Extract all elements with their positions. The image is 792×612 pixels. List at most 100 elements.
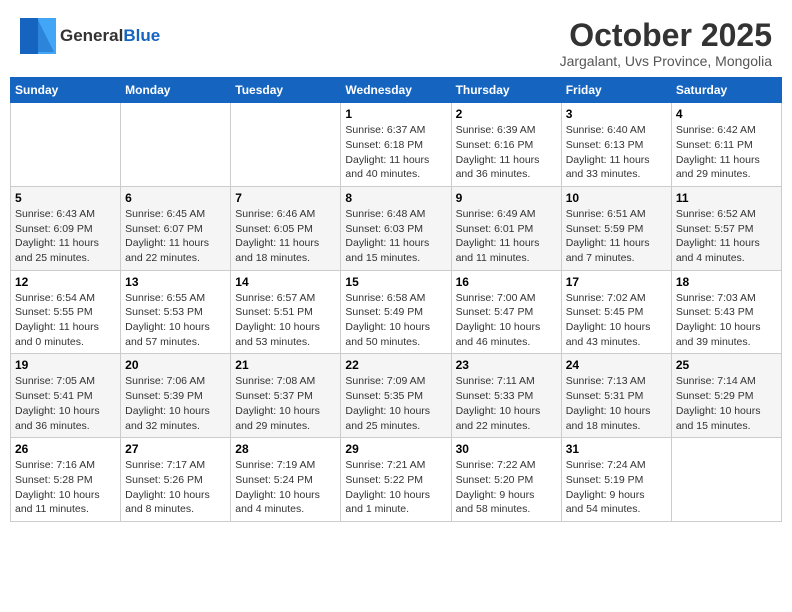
day-header-wednesday: Wednesday [341,78,451,103]
day-number: 1 [345,107,446,121]
logo: GeneralBlue [20,18,160,54]
day-number: 9 [456,191,557,205]
day-info: Sunrise: 7:05 AM Sunset: 5:41 PM Dayligh… [15,374,116,433]
calendar-cell: 5Sunrise: 6:43 AM Sunset: 6:09 PM Daylig… [11,186,121,270]
calendar-cell: 18 Sunrise: 7:03 AM Sunset: 5:43 PM Dayli… [671,270,781,354]
day-info: Sunrise: 7:00 AM Sunset: 5:47 PM Dayligh… [456,291,557,350]
calendar-cell: 15Sunrise: 6:58 AM Sunset: 5:49 PM Dayli… [341,270,451,354]
day-number: 25 [676,358,777,372]
day-header-tuesday: Tuesday [231,78,341,103]
day-info: Sunrise: 7:14 AM Sunset: 5:29 PM Dayligh… [676,374,777,433]
calendar-cell: 11 Sunrise: 6:52 AM Sunset: 5:57 PM Dayli… [671,186,781,270]
calendar-cell: 16Sunrise: 7:00 AM Sunset: 5:47 PM Dayli… [451,270,561,354]
calendar-cell: 30 Sunrise: 7:22 AM Sunset: 5:20 PM Dayli… [451,438,561,522]
day-number: 3 [566,107,667,121]
day-info: Sunrise: 7:03 AM Sunset: 5:43 PM Dayligh… [676,291,777,350]
day-info: Sunrise: 7:09 AM Sunset: 5:35 PM Dayligh… [345,374,446,433]
month-title: October 2025 [560,18,772,53]
day-number: 2 [456,107,557,121]
logo-general: General [60,26,123,45]
day-number: 5 [15,191,116,205]
day-number: 31 [566,442,667,456]
day-info: Sunrise: 7:11 AM Sunset: 5:33 PM Dayligh… [456,374,557,433]
day-number: 18 [676,275,777,289]
calendar-cell: 13 Sunrise: 6:55 AM Sunset: 5:53 PM Dayli… [121,270,231,354]
day-info: Sunrise: 7:08 AM Sunset: 5:37 PM Dayligh… [235,374,336,433]
day-number: 11 [676,191,777,205]
day-number: 17 [566,275,667,289]
day-header-friday: Friday [561,78,671,103]
day-info: Sunrise: 6:58 AM Sunset: 5:49 PM Dayligh… [345,291,446,350]
logo-icon [20,18,56,54]
calendar-cell [671,438,781,522]
calendar-cell: 12 Sunrise: 6:54 AM Sunset: 5:55 PM Dayli… [11,270,121,354]
calendar-cell: 14Sunrise: 6:57 AM Sunset: 5:51 PM Dayli… [231,270,341,354]
day-number: 24 [566,358,667,372]
title-section: October 2025 Jargalant, Uvs Province, Mo… [560,18,772,69]
day-header-thursday: Thursday [451,78,561,103]
day-info: Sunrise: 6:46 AM Sunset: 6:05 PM Dayligh… [235,207,336,266]
calendar-cell: 23 Sunrise: 7:11 AM Sunset: 5:33 PM Dayli… [451,354,561,438]
day-number: 4 [676,107,777,121]
calendar-cell: 29 Sunrise: 7:21 AM Sunset: 5:22 PM Dayli… [341,438,451,522]
day-info: Sunrise: 6:39 AM Sunset: 6:16 PM Dayligh… [456,123,557,182]
day-number: 8 [345,191,446,205]
day-number: 6 [125,191,226,205]
calendar-cell: 22 Sunrise: 7:09 AM Sunset: 5:35 PM Dayli… [341,354,451,438]
calendar-cell: 20 Sunrise: 7:06 AM Sunset: 5:39 PM Dayli… [121,354,231,438]
calendar-cell: 6 Sunrise: 6:45 AM Sunset: 6:07 PM Daylig… [121,186,231,270]
calendar-cell: 2 Sunrise: 6:39 AM Sunset: 6:16 PM Daylig… [451,103,561,187]
day-number: 10 [566,191,667,205]
day-info: Sunrise: 7:21 AM Sunset: 5:22 PM Dayligh… [345,458,446,517]
day-info: Sunrise: 7:17 AM Sunset: 5:26 PM Dayligh… [125,458,226,517]
day-info: Sunrise: 7:24 AM Sunset: 5:19 PM Dayligh… [566,458,667,517]
day-number: 7 [235,191,336,205]
calendar-cell [231,103,341,187]
calendar-cell: 26 Sunrise: 7:16 AM Sunset: 5:28 PM Dayli… [11,438,121,522]
calendar-cell: 24Sunrise: 7:13 AM Sunset: 5:31 PM Dayli… [561,354,671,438]
day-number: 30 [456,442,557,456]
calendar-cell [11,103,121,187]
day-number: 28 [235,442,336,456]
calendar-cell: 8Sunrise: 6:48 AM Sunset: 6:03 PM Daylig… [341,186,451,270]
day-header-sunday: Sunday [11,78,121,103]
day-info: Sunrise: 6:52 AM Sunset: 5:57 PM Dayligh… [676,207,777,266]
day-info: Sunrise: 6:45 AM Sunset: 6:07 PM Dayligh… [125,207,226,266]
day-info: Sunrise: 7:02 AM Sunset: 5:45 PM Dayligh… [566,291,667,350]
day-number: 21 [235,358,336,372]
day-info: Sunrise: 7:16 AM Sunset: 5:28 PM Dayligh… [15,458,116,517]
day-info: Sunrise: 7:06 AM Sunset: 5:39 PM Dayligh… [125,374,226,433]
day-header-saturday: Saturday [671,78,781,103]
calendar-cell: 9 Sunrise: 6:49 AM Sunset: 6:01 PM Daylig… [451,186,561,270]
calendar-table: SundayMondayTuesdayWednesdayThursdayFrid… [10,77,782,522]
day-number: 23 [456,358,557,372]
day-info: Sunrise: 6:54 AM Sunset: 5:55 PM Dayligh… [15,291,116,350]
day-number: 20 [125,358,226,372]
day-number: 26 [15,442,116,456]
calendar-cell: 21 Sunrise: 7:08 AM Sunset: 5:37 PM Dayli… [231,354,341,438]
header: GeneralBlue October 2025 Jargalant, Uvs … [10,10,782,73]
day-info: Sunrise: 7:19 AM Sunset: 5:24 PM Dayligh… [235,458,336,517]
logo-blue: Blue [123,26,160,45]
calendar-cell: 25 Sunrise: 7:14 AM Sunset: 5:29 PM Dayli… [671,354,781,438]
location-title: Jargalant, Uvs Province, Mongolia [560,53,772,69]
day-info: Sunrise: 6:55 AM Sunset: 5:53 PM Dayligh… [125,291,226,350]
day-number: 29 [345,442,446,456]
calendar-cell [121,103,231,187]
calendar-cell: 27Sunrise: 7:17 AM Sunset: 5:26 PM Dayli… [121,438,231,522]
calendar-cell: 10Sunrise: 6:51 AM Sunset: 5:59 PM Dayli… [561,186,671,270]
day-number: 13 [125,275,226,289]
calendar-cell: 4 Sunrise: 6:42 AM Sunset: 6:11 PM Daylig… [671,103,781,187]
calendar-cell: 7 Sunrise: 6:46 AM Sunset: 6:05 PM Daylig… [231,186,341,270]
day-number: 12 [15,275,116,289]
day-info: Sunrise: 7:22 AM Sunset: 5:20 PM Dayligh… [456,458,557,517]
day-number: 22 [345,358,446,372]
calendar-cell: 3 Sunrise: 6:40 AM Sunset: 6:13 PM Daylig… [561,103,671,187]
day-info: Sunrise: 6:49 AM Sunset: 6:01 PM Dayligh… [456,207,557,266]
day-number: 19 [15,358,116,372]
day-info: Sunrise: 6:57 AM Sunset: 5:51 PM Dayligh… [235,291,336,350]
day-info: Sunrise: 6:40 AM Sunset: 6:13 PM Dayligh… [566,123,667,182]
calendar-cell: 28 Sunrise: 7:19 AM Sunset: 5:24 PM Dayli… [231,438,341,522]
day-info: Sunrise: 6:42 AM Sunset: 6:11 PM Dayligh… [676,123,777,182]
calendar-cell: 17 Sunrise: 7:02 AM Sunset: 5:45 PM Dayli… [561,270,671,354]
